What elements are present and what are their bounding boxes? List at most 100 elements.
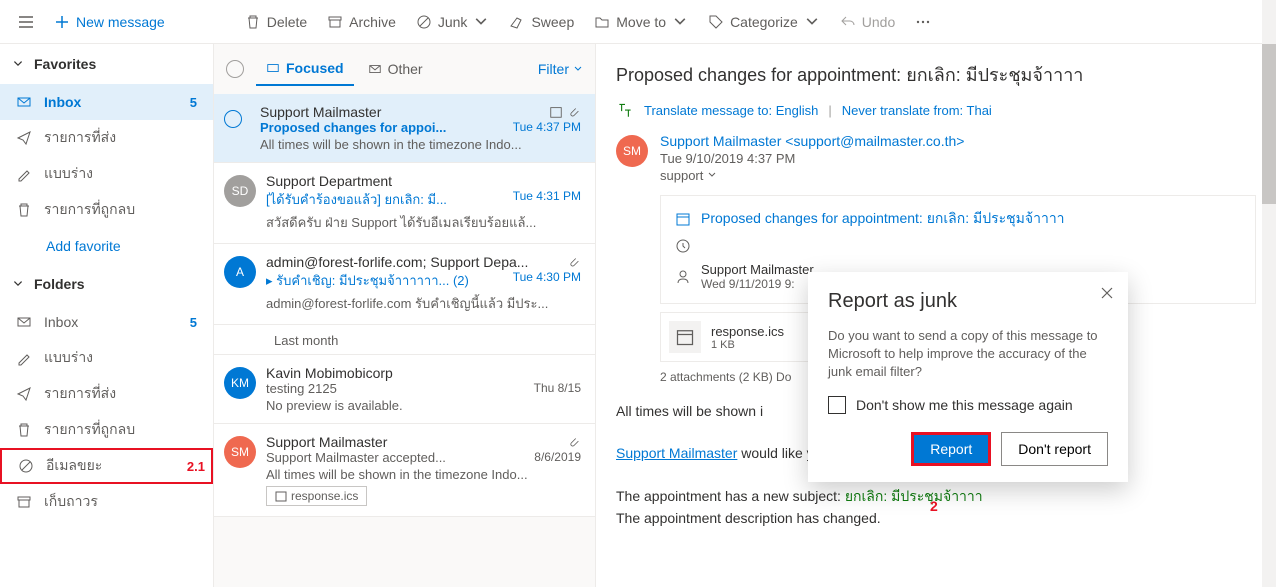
edit-icon bbox=[16, 350, 32, 366]
folder-junk[interactable]: อีเมลขยะ2.1 bbox=[0, 448, 213, 484]
subject: [ได้รับคำร้องขอแล้ว] ยกเลิก: มี... bbox=[266, 189, 505, 210]
attachment-chip[interactable]: response.ics bbox=[266, 486, 367, 506]
annotation-box: Report bbox=[911, 432, 991, 466]
sender: admin@forest-forlife.com; Support Depa..… bbox=[266, 254, 563, 270]
attachment-icon bbox=[567, 435, 581, 449]
dialog-buttons: Report Don't report bbox=[828, 432, 1108, 466]
message-item[interactable]: A admin@forest-forlife.com; Support Depa… bbox=[214, 244, 595, 325]
move-to-button[interactable]: Move to bbox=[584, 6, 698, 38]
sender: Kavin Mobimobicorp bbox=[266, 365, 581, 381]
tab-other[interactable]: Other bbox=[358, 53, 433, 85]
card-date: Wed 9/11/2019 9: bbox=[701, 277, 814, 291]
never-translate-link[interactable]: Never translate from: Thai bbox=[842, 103, 992, 118]
categorize-button[interactable]: Categorize bbox=[698, 6, 830, 38]
trash-icon bbox=[245, 14, 261, 30]
junk-button[interactable]: Junk bbox=[406, 6, 500, 38]
message-item[interactable]: KM Kavin Mobimobicorp testing 2125Thu 8/… bbox=[214, 355, 595, 424]
date: Tue 4:37 PM bbox=[513, 120, 581, 135]
folders-section[interactable]: Folders bbox=[0, 264, 213, 304]
dont-show-checkbox[interactable]: Don't show me this message again bbox=[828, 396, 1108, 414]
nav-sent[interactable]: รายการที่ส่ง bbox=[0, 120, 213, 156]
folder-inbox[interactable]: Inbox5 bbox=[0, 304, 213, 340]
select-all-icon[interactable] bbox=[226, 60, 244, 78]
archive-icon bbox=[327, 14, 343, 30]
message-subject: Proposed changes for appointment: ยกเลิก… bbox=[616, 60, 1256, 89]
message-date: Tue 9/10/2019 4:37 PM bbox=[660, 151, 964, 166]
tag-icon bbox=[708, 14, 724, 30]
scrollbar[interactable] bbox=[1262, 0, 1276, 587]
close-icon bbox=[1100, 286, 1114, 300]
inbox-icon bbox=[16, 314, 32, 330]
checkbox-box[interactable] bbox=[828, 396, 846, 414]
recipient[interactable]: support bbox=[660, 168, 964, 183]
organizer: Support Mailmaster bbox=[701, 262, 814, 277]
appointment-title[interactable]: Proposed changes for appointment: ยกเลิก… bbox=[701, 208, 1065, 230]
date: Thu 8/15 bbox=[534, 381, 581, 396]
undo-button[interactable]: Undo bbox=[830, 6, 905, 38]
block-icon bbox=[416, 14, 432, 30]
chevron-down-icon bbox=[12, 58, 24, 70]
inbox-count: 5 bbox=[190, 95, 197, 110]
delete-button[interactable]: Delete bbox=[235, 6, 317, 38]
close-button[interactable] bbox=[1100, 286, 1114, 305]
chevron-down-icon bbox=[804, 14, 820, 30]
tab-focused[interactable]: Focused bbox=[256, 52, 354, 86]
subject: Proposed changes for appoi... bbox=[260, 120, 505, 135]
folder-drafts[interactable]: แบบร่าง bbox=[0, 340, 213, 376]
menu-button[interactable] bbox=[8, 6, 44, 38]
subject: testing 2125 bbox=[266, 381, 526, 396]
favorites-section[interactable]: Favorites bbox=[0, 44, 213, 84]
select-icon[interactable] bbox=[224, 110, 242, 128]
folder-nav: Favorites Inbox5 รายการที่ส่ง แบบร่าง รา… bbox=[0, 44, 214, 587]
scrollbar-thumb[interactable] bbox=[1262, 44, 1276, 204]
sent-icon bbox=[16, 386, 32, 402]
folder-sent[interactable]: รายการที่ส่ง bbox=[0, 376, 213, 412]
file-icon bbox=[669, 321, 701, 353]
attachment-icon bbox=[567, 255, 581, 269]
avatar: SM bbox=[224, 436, 256, 468]
subject: ▸ รับคำเชิญ: มีประชุมจ้าาาาาา... (2) bbox=[266, 270, 505, 291]
checkbox-label: Don't show me this message again bbox=[856, 397, 1073, 413]
chevron-down-icon bbox=[573, 64, 583, 74]
nav-deleted[interactable]: รายการที่ถูกลบ bbox=[0, 192, 213, 228]
folder-move-icon bbox=[594, 14, 610, 30]
nav-inbox[interactable]: Inbox5 bbox=[0, 84, 213, 120]
nav-drafts[interactable]: แบบร่าง bbox=[0, 156, 213, 192]
message-item[interactable]: Support Mailmaster Proposed changes for … bbox=[214, 94, 595, 163]
separator: | bbox=[828, 103, 831, 118]
annotation-2-1: 2.1 bbox=[187, 459, 205, 474]
folders-label: Folders bbox=[34, 276, 85, 292]
translate-bar: Translate message to: English | Never tr… bbox=[616, 101, 1256, 119]
more-button[interactable] bbox=[905, 6, 941, 38]
archive-button[interactable]: Archive bbox=[317, 6, 406, 38]
hamburger-icon bbox=[18, 14, 34, 30]
folder-deleted[interactable]: รายการที่ถูกลบ bbox=[0, 412, 213, 448]
preview: All times will be shown in the timezone … bbox=[260, 137, 581, 152]
message-item[interactable]: SD Support Department [ได้รับคำร้องขอแล้… bbox=[214, 163, 595, 244]
attachment-icon bbox=[567, 105, 581, 119]
undo-icon bbox=[840, 14, 856, 30]
translate-link[interactable]: Translate message to: English bbox=[644, 103, 818, 118]
message-item[interactable]: SM Support Mailmaster Support Mailmaster… bbox=[214, 424, 595, 517]
report-button[interactable]: Report bbox=[914, 435, 988, 463]
add-favorite-link[interactable]: Add favorite bbox=[0, 228, 213, 264]
sweep-button[interactable]: Sweep bbox=[499, 6, 584, 38]
avatar: SD bbox=[224, 175, 256, 207]
edit-icon bbox=[16, 166, 32, 182]
command-toolbar: New message Delete Archive Junk Sweep Mo… bbox=[0, 0, 1276, 44]
new-subject: ยกเลิก: มีประชุมจ้าาาา bbox=[845, 488, 983, 504]
avatar: SM bbox=[616, 135, 648, 167]
date: Tue 4:31 PM bbox=[513, 189, 581, 210]
from-address[interactable]: Support Mailmaster <support@mailmaster.c… bbox=[660, 133, 964, 149]
calendar-icon bbox=[549, 105, 563, 119]
dont-report-button[interactable]: Don't report bbox=[1001, 432, 1108, 466]
block-icon bbox=[18, 458, 34, 474]
inbox-icon bbox=[16, 94, 32, 110]
sender-link[interactable]: Support Mailmaster bbox=[616, 445, 737, 461]
person-icon bbox=[675, 269, 691, 285]
folder-archive[interactable]: เก็บถาวร bbox=[0, 484, 213, 520]
filter-button[interactable]: Filter bbox=[538, 61, 583, 77]
new-message-button[interactable]: New message bbox=[44, 6, 175, 38]
date: Tue 4:30 PM bbox=[513, 270, 581, 291]
list-tabs: Focused Other Filter bbox=[214, 44, 595, 94]
